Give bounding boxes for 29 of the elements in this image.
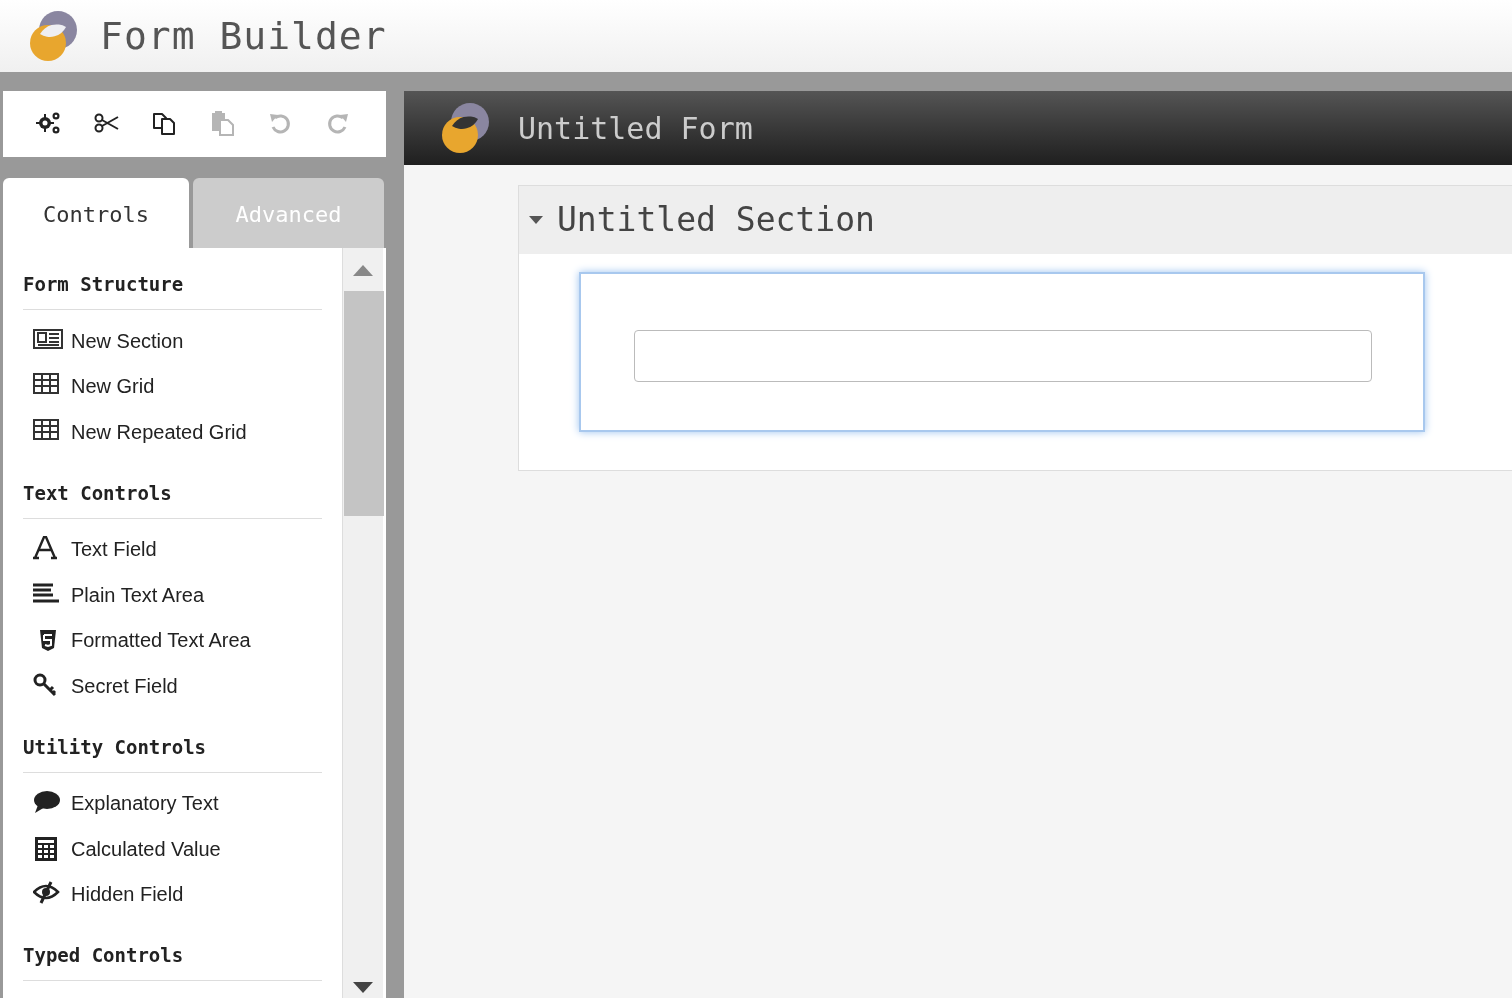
app-title: Form Builder — [100, 12, 387, 60]
shield-icon — [40, 629, 56, 651]
control-item[interactable]: Plain Text Area — [23, 572, 322, 618]
logo-icon — [30, 10, 78, 62]
group-heading: Typed Controls — [23, 943, 185, 969]
input-field[interactable] — [634, 330, 1372, 382]
tab[interactable]: Controls — [3, 178, 189, 248]
section-title: Untitled Section — [557, 199, 875, 242]
control-item[interactable]: New Section — [23, 318, 322, 364]
scrollbar[interactable] — [342, 248, 383, 998]
control-item[interactable]: Text Field — [23, 526, 322, 572]
control-item[interactable]: Formatted Text Area — [23, 617, 322, 663]
grid-cell[interactable] — [579, 272, 1425, 432]
control-item[interactable]: Hidden Field — [23, 871, 322, 917]
group-heading: Text Controls — [23, 480, 173, 506]
control-item[interactable]: New Grid — [23, 363, 322, 409]
section-header[interactable]: Untitled Section — [519, 186, 1512, 254]
scroll-thumb[interactable] — [344, 291, 384, 516]
scroll-down-icon[interactable] — [353, 982, 373, 994]
control-item[interactable]: Secret Field — [23, 663, 322, 709]
logo-icon — [442, 102, 490, 154]
group-heading: Utility Controls — [23, 734, 208, 760]
form-title: Untitled Form — [518, 109, 753, 148]
control-item[interactable]: Explanatory Text — [23, 780, 322, 826]
group-heading: Form Structure — [23, 272, 185, 298]
caret-icon[interactable] — [529, 215, 543, 225]
control-item[interactable]: New Repeated Grid — [23, 409, 322, 455]
scroll-up-icon[interactable] — [353, 264, 373, 276]
control-item[interactable]: Calculated Value — [23, 826, 322, 872]
